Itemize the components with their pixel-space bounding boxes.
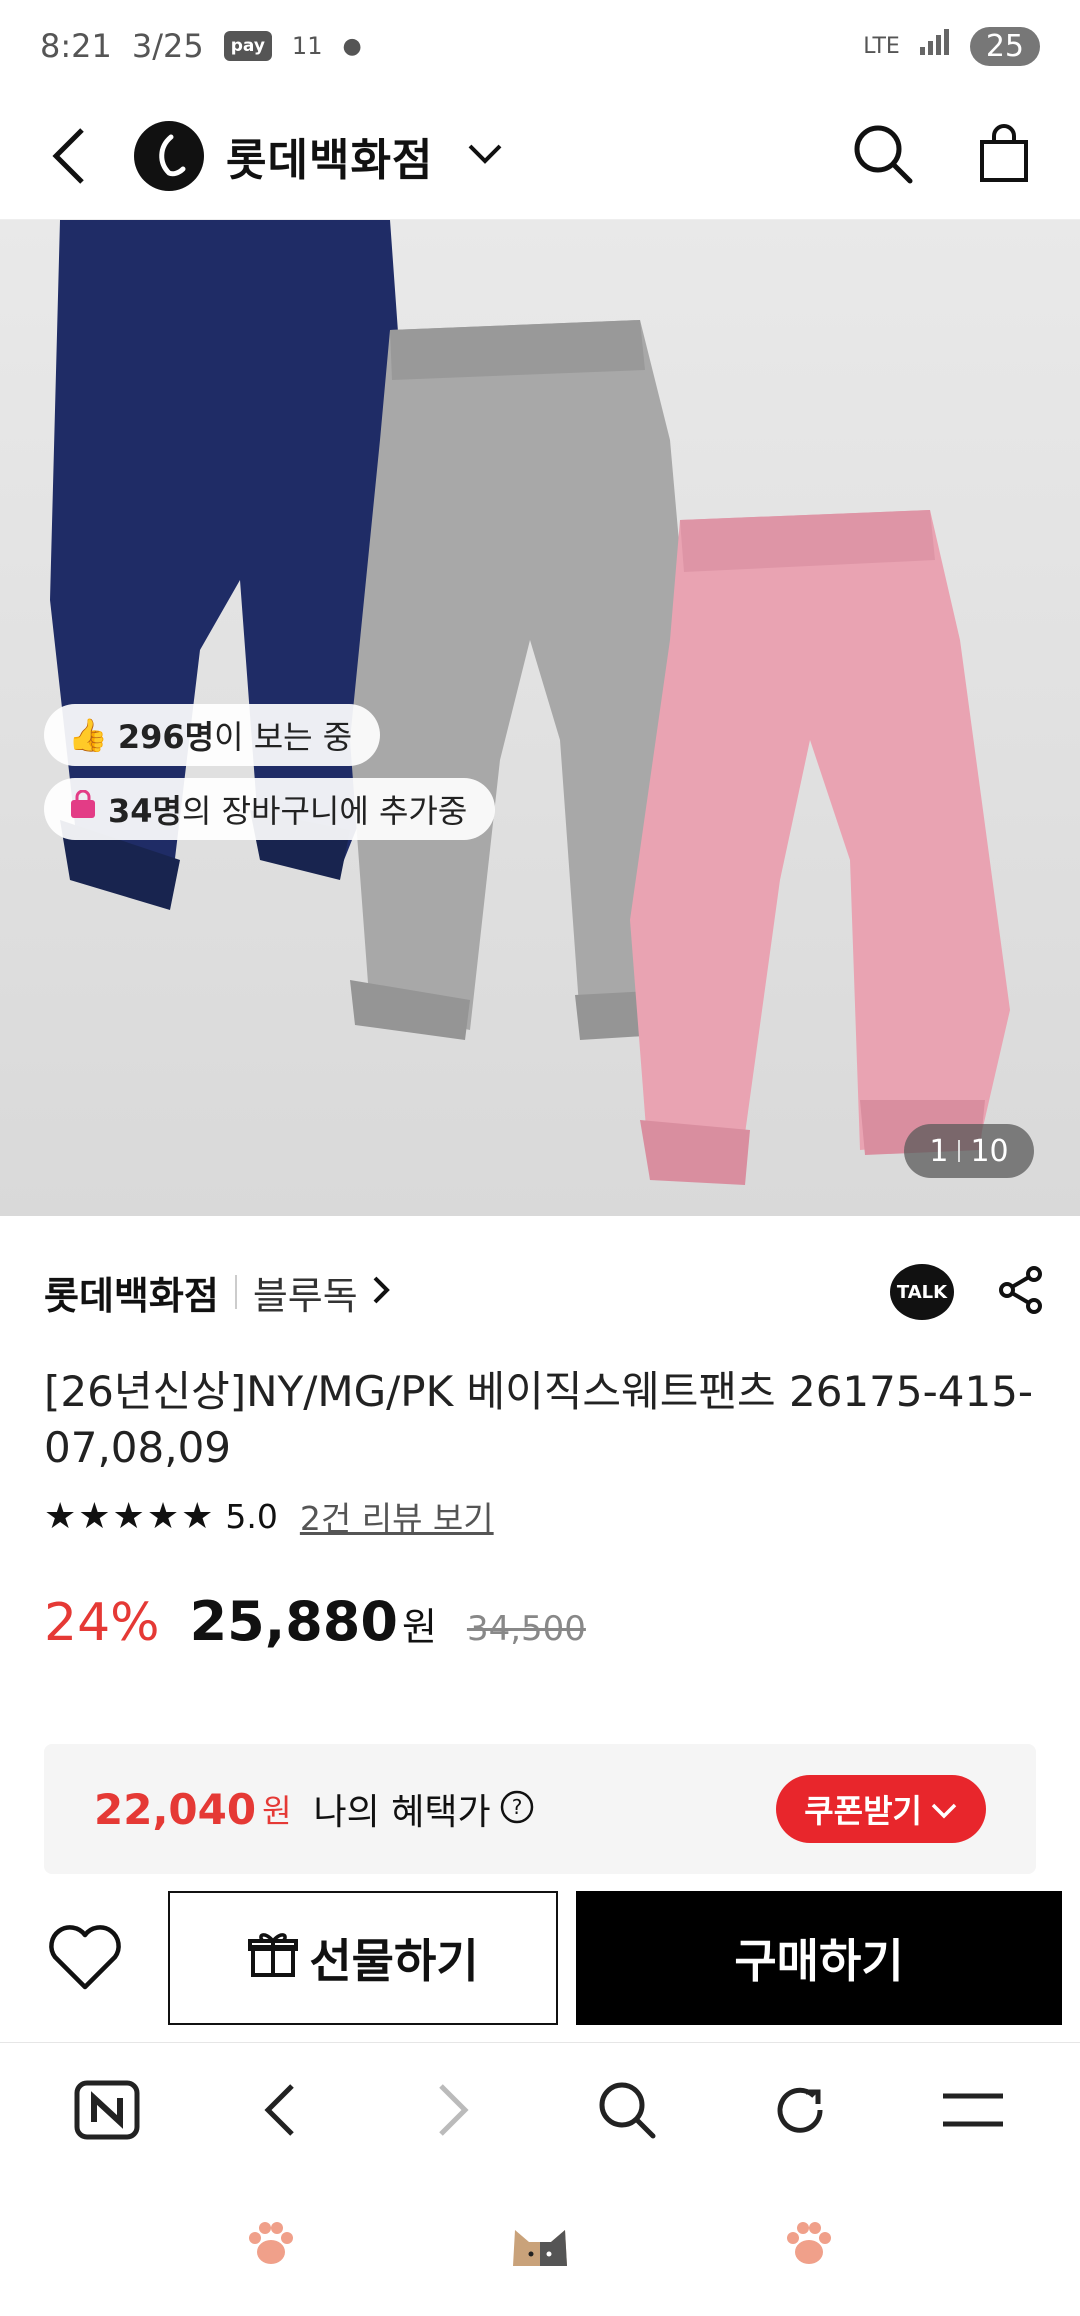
image-pager: 1 10 xyxy=(904,1124,1034,1178)
original-price: 34,500 xyxy=(466,1609,586,1649)
price-unit: 원 xyxy=(401,1605,437,1649)
star-rating-icon: ★★★★★ xyxy=(44,1495,216,1537)
cart-text: 의 장바구니에 추가중 xyxy=(181,792,468,830)
viewers-count: 296명 xyxy=(117,718,215,756)
menu-icon[interactable] xyxy=(913,2060,1033,2160)
review-link[interactable]: 2건 리뷰 보기 xyxy=(300,1492,494,1540)
sale-price: 25,880 xyxy=(189,1590,398,1653)
coupon-button-label: 쿠폰받기 xyxy=(804,1792,922,1830)
chevron-right-icon[interactable] xyxy=(372,1275,390,1309)
heart-icon[interactable] xyxy=(30,1923,140,1993)
search-icon[interactable] xyxy=(852,123,914,189)
cart-badge: 34명의 장바구니에 추가중 xyxy=(44,778,496,840)
purchase-action-bar: 선물하기 구매하기 xyxy=(0,1890,1080,2026)
gift-icon xyxy=(247,1927,299,1990)
brand-name: 롯데백화점 xyxy=(226,134,434,186)
shopping-bag-icon[interactable] xyxy=(978,123,1030,188)
paw-icon xyxy=(243,2216,299,2276)
shopping-bag-pink-icon xyxy=(68,789,98,828)
discount-rate: 24% xyxy=(44,1593,160,1653)
cart-count: 34명 xyxy=(108,792,182,830)
lotte-logo-icon xyxy=(134,120,204,191)
pager-current: 1 xyxy=(929,1133,949,1169)
chevron-down-icon xyxy=(930,1790,958,1828)
rating-row: ★★★★★ 5.0 2건 리뷰 보기 xyxy=(44,1492,494,1540)
clock: 8:21 xyxy=(40,27,112,65)
benefit-price: 22,040 xyxy=(94,1784,257,1834)
thumbs-up-icon: 👍 xyxy=(68,716,108,754)
app-header: 롯데백화점 xyxy=(0,92,1080,220)
gift-button[interactable]: 선물하기 xyxy=(168,1891,558,2025)
viewers-badge: 👍 296명이 보는 중 xyxy=(44,704,381,766)
brand-selector[interactable]: 롯데백화점 xyxy=(134,120,503,191)
benefit-price-box: 22,040 원 나의 혜택가 ? 쿠폰받기 xyxy=(44,1744,1036,1874)
pager-total: 10 xyxy=(970,1133,1009,1169)
brand-link[interactable]: 블루독 xyxy=(253,1265,358,1320)
svg-text:?: ? xyxy=(511,1795,522,1819)
back-nav-icon[interactable] xyxy=(220,2060,340,2160)
back-icon[interactable] xyxy=(40,126,100,186)
price-row: 24% 25,880 원 34,500 xyxy=(44,1590,586,1653)
naver-icon[interactable] xyxy=(47,2060,167,2160)
naver-pay-badge: pay xyxy=(223,31,272,61)
notification-indicator: 11 xyxy=(291,32,323,60)
rating-value: 5.0 xyxy=(225,1496,278,1536)
seller-name[interactable]: 롯데백화점 xyxy=(44,1265,219,1320)
browser-nav-bar xyxy=(0,2042,1080,2176)
pager-separator xyxy=(958,1140,961,1162)
battery-indicator: 25 xyxy=(969,26,1040,66)
help-icon[interactable]: ? xyxy=(499,1789,535,1829)
bottom-decoration xyxy=(0,2176,1080,2316)
refresh-icon[interactable] xyxy=(740,2060,860,2160)
dot-icon: ● xyxy=(342,33,362,59)
product-title: [26년신상]NY/MG/PK 베이직스웨트팬츠 26175-415-07,08… xyxy=(44,1367,1034,1472)
kakao-talk-button[interactable]: TALK xyxy=(890,1264,954,1320)
divider xyxy=(234,1275,237,1309)
coupon-button[interactable]: 쿠폰받기 xyxy=(776,1775,986,1843)
share-icon[interactable] xyxy=(998,1265,1044,1319)
date: 3/25 xyxy=(131,27,204,65)
status-bar: 8:21 3/25 pay 11 ● LTE 25 xyxy=(0,0,1080,92)
benefit-label: 나의 혜택가 xyxy=(313,1792,491,1833)
product-image-carousel[interactable]: 👍 296명이 보는 중 34명의 장바구니에 추가중 1 10 xyxy=(0,220,1080,1216)
network-label: LTE xyxy=(863,33,900,59)
paw-icon xyxy=(781,2216,837,2276)
gift-button-label: 선물하기 xyxy=(309,1934,479,1988)
chevron-down-icon[interactable] xyxy=(467,143,503,169)
cat-icon xyxy=(505,2216,575,2276)
viewers-text: 이 보는 중 xyxy=(214,718,353,756)
forward-icon[interactable] xyxy=(393,2060,513,2160)
brand-row: 롯데백화점 블루독 TALK xyxy=(44,1264,1044,1320)
signal-icon xyxy=(918,27,952,65)
search-nav-icon[interactable] xyxy=(567,2060,687,2160)
benefit-price-unit: 원 xyxy=(262,1792,292,1830)
buy-button[interactable]: 구매하기 xyxy=(576,1891,1062,2025)
